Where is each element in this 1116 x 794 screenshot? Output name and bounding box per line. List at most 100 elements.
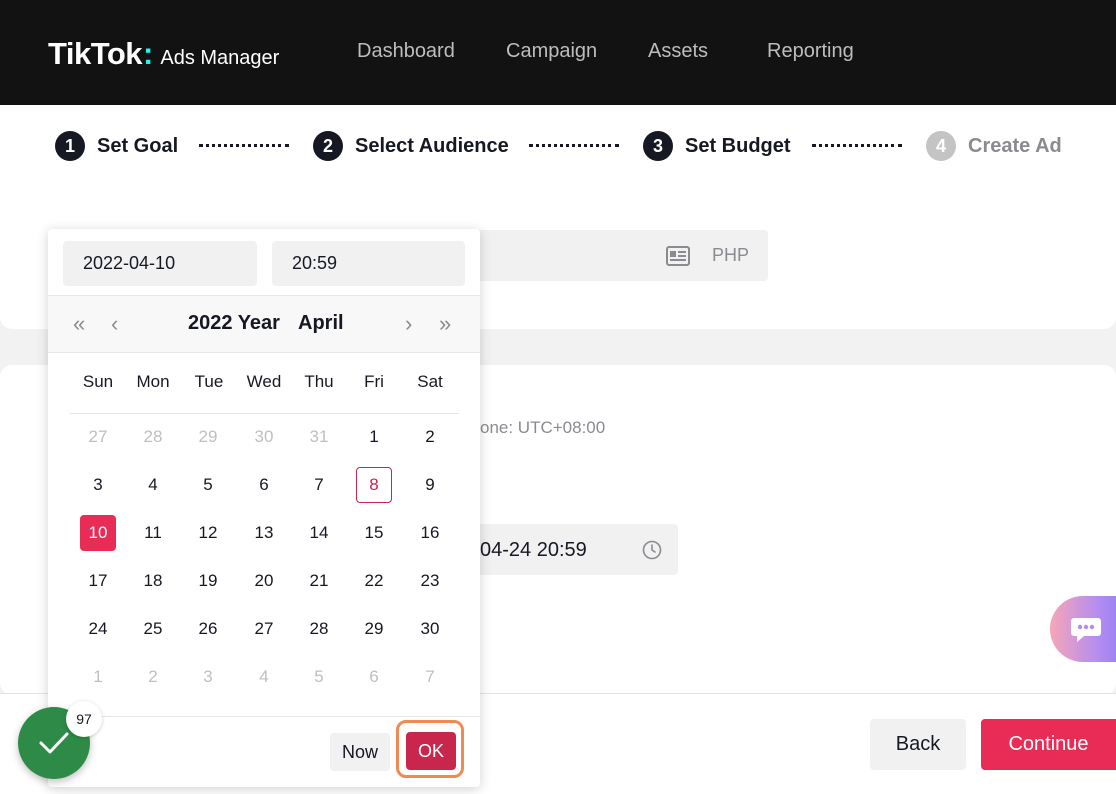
step-create-ad[interactable]: 4 Create Ad: [926, 131, 1062, 161]
calendar-day[interactable]: 12: [190, 515, 226, 551]
calendar-day[interactable]: 2: [135, 659, 171, 695]
calendar-day[interactable]: 22: [356, 563, 392, 599]
logo-product: Ads Manager: [160, 47, 280, 69]
weekday: Tue: [194, 372, 224, 391]
checkmark-icon: [39, 732, 69, 754]
step-select-audience[interactable]: 2 Select Audience: [313, 131, 509, 161]
calendar-day[interactable]: 20: [246, 563, 282, 599]
calendar-day[interactable]: 11: [135, 515, 171, 551]
step-connector: [199, 144, 289, 147]
weekday: Fri: [364, 372, 384, 391]
calendar-day[interactable]: 1: [80, 659, 116, 695]
tiktok-ads-manager-logo[interactable]: TikTok : Ads Manager: [48, 36, 279, 72]
next-year-icon[interactable]: »: [439, 311, 451, 337]
calendar-day[interactable]: 8: [356, 467, 392, 503]
step-number: 2: [313, 131, 343, 161]
count-badge: 97: [66, 701, 102, 737]
weekday-header: Sun Mon Tue Wed Thu Fri Sat: [48, 372, 480, 392]
calendar-day[interactable]: 10: [80, 515, 116, 551]
back-button[interactable]: Back: [870, 719, 966, 770]
calendar-day[interactable]: 28: [301, 611, 337, 647]
step-number: 3: [643, 131, 673, 161]
calendar-day[interactable]: 30: [412, 611, 448, 647]
calendar-day[interactable]: 4: [246, 659, 282, 695]
calendar-day[interactable]: 3: [190, 659, 226, 695]
step-number: 4: [926, 131, 956, 161]
top-navigation-bar: TikTok : Ads Manager Dashboard Campaign …: [0, 0, 1116, 105]
step-label: Select Audience: [355, 134, 509, 157]
step-number: 1: [55, 131, 85, 161]
picker-footer: Now OK: [48, 716, 480, 787]
calendar-day[interactable]: 4: [135, 467, 171, 503]
date-picker-popup: 2022-04-10 20:59 « ‹ 2022 Year April › »…: [48, 229, 480, 787]
prev-year-icon[interactable]: «: [73, 311, 85, 337]
end-datetime-input[interactable]: 04-24 20:59: [470, 524, 678, 575]
calendar-day[interactable]: 21: [301, 563, 337, 599]
calendar-day[interactable]: 5: [190, 467, 226, 503]
logo-brand: TikTok: [48, 36, 143, 71]
step-label: Set Goal: [97, 134, 179, 157]
calendar-day[interactable]: 27: [80, 419, 116, 455]
month-label[interactable]: April: [298, 312, 344, 335]
calendar-day[interactable]: 14: [301, 515, 337, 551]
calendar-day[interactable]: 7: [301, 467, 337, 503]
end-datetime-value: 04-24 20:59: [480, 539, 587, 561]
nav-item-campaign[interactable]: Campaign: [506, 40, 597, 63]
clock-icon: [642, 540, 662, 560]
weekday: Wed: [246, 372, 282, 391]
calendar-day[interactable]: 29: [190, 419, 226, 455]
calendar-day[interactable]: 19: [190, 563, 226, 599]
date-input[interactable]: 2022-04-10: [63, 241, 257, 286]
calendar-day[interactable]: 1: [356, 419, 392, 455]
calendar-day[interactable]: 25: [135, 611, 171, 647]
continue-button[interactable]: Continue: [981, 719, 1116, 770]
budget-input[interactable]: PHP: [470, 230, 768, 281]
nav-item-reporting[interactable]: Reporting: [767, 40, 854, 63]
calendar-day[interactable]: 18: [135, 563, 171, 599]
calendar-day[interactable]: 30: [246, 419, 282, 455]
step-label: Create Ad: [968, 134, 1062, 157]
calendar-day[interactable]: 6: [356, 659, 392, 695]
calendar-day[interactable]: 23: [412, 563, 448, 599]
picker-inputs: 2022-04-10 20:59: [48, 229, 480, 296]
nav-item-assets[interactable]: Assets: [648, 40, 708, 63]
calendar-day[interactable]: 17: [80, 563, 116, 599]
logo-colon-icon: :: [143, 36, 154, 71]
calendar-day[interactable]: 5: [301, 659, 337, 695]
calendar-day[interactable]: 31: [301, 419, 337, 455]
currency-label: PHP: [712, 245, 750, 265]
calendar-day[interactable]: 9: [412, 467, 448, 503]
calendar-day[interactable]: 16: [412, 515, 448, 551]
calendar-day[interactable]: 26: [190, 611, 226, 647]
step-connector: [529, 144, 619, 147]
nav-item-dashboard[interactable]: Dashboard: [357, 40, 455, 63]
step-set-goal[interactable]: 1 Set Goal: [55, 131, 178, 161]
calendar-day[interactable]: 6: [246, 467, 282, 503]
calendar-day[interactable]: 7: [412, 659, 448, 695]
calendar-day[interactable]: 13: [246, 515, 282, 551]
calendar-day[interactable]: 27: [246, 611, 282, 647]
calendar-day[interactable]: 15: [356, 515, 392, 551]
step-connector: [812, 144, 902, 147]
next-month-icon[interactable]: ›: [405, 311, 412, 337]
ok-button[interactable]: OK: [406, 732, 456, 770]
prev-month-icon[interactable]: ‹: [111, 311, 118, 337]
chat-icon: [1071, 618, 1101, 642]
calendar-caption: « ‹ 2022 Year April › »: [48, 296, 480, 353]
id-card-icon: [666, 246, 690, 266]
year-label[interactable]: 2022 Year: [188, 312, 280, 335]
time-input[interactable]: 20:59: [272, 241, 465, 286]
step-label: Set Budget: [685, 134, 791, 157]
chat-support-button[interactable]: [1050, 596, 1116, 662]
now-button[interactable]: Now: [330, 733, 390, 771]
calendar-day[interactable]: 28: [135, 419, 171, 455]
timezone-text: one: UTC+08:00: [480, 418, 606, 437]
step-set-budget[interactable]: 3 Set Budget: [643, 131, 791, 161]
calendar-day[interactable]: 3: [80, 467, 116, 503]
calendar-day[interactable]: 2: [412, 419, 448, 455]
weekday: Mon: [136, 372, 170, 391]
calendar-day[interactable]: 29: [356, 611, 392, 647]
weekday: Thu: [304, 372, 334, 391]
calendar-day[interactable]: 24: [80, 611, 116, 647]
divider: [70, 413, 459, 414]
